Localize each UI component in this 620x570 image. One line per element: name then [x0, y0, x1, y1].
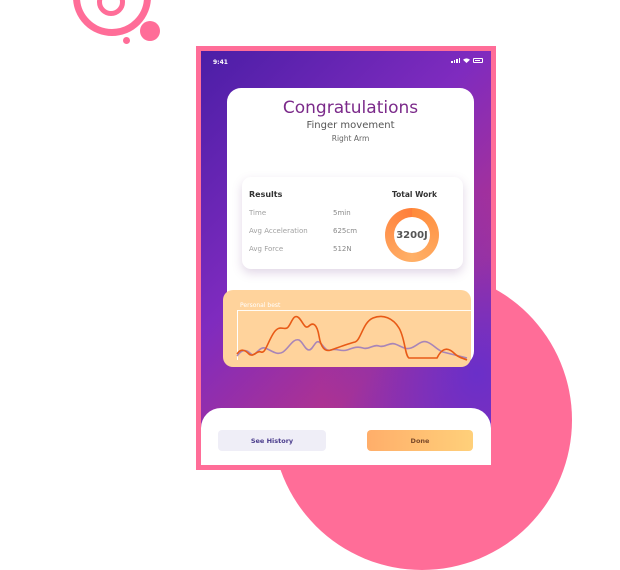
metric-label-acceleration: Avg Acceleration — [249, 227, 308, 235]
decorative-dot-small — [123, 37, 130, 44]
total-work-value: 3200J — [394, 217, 430, 253]
wifi-icon — [463, 58, 470, 63]
status-time: 9:41 — [213, 59, 228, 66]
results-card: Results Time 5min Avg Acceleration 625cm… — [242, 177, 463, 269]
chart-lines — [236, 315, 468, 361]
results-title: Results — [249, 190, 283, 199]
congrats-title: Congratulations — [282, 98, 419, 118]
total-work-title: Total Work — [392, 190, 437, 199]
limb-label: Right Arm — [331, 134, 370, 143]
exercise-name: Finger movement — [306, 120, 395, 131]
battery-icon — [473, 58, 483, 63]
app-screen: 9:41 Congratulations Finger movement Rig… — [201, 51, 491, 465]
status-icons — [451, 58, 483, 63]
orange-series-line — [236, 315, 468, 361]
metric-value-acceleration: 625cm — [333, 227, 358, 235]
metric-value-time: 5min — [333, 209, 351, 217]
personal-best-chart: Personal best — [223, 290, 471, 367]
bottom-action-sheet: See History Done — [201, 408, 491, 465]
signal-icon — [451, 58, 460, 63]
metric-label-force: Avg Force — [249, 245, 284, 253]
metric-label-time: Time — [249, 209, 267, 217]
metric-value-force: 512N — [333, 245, 352, 253]
status-bar: 9:41 — [201, 51, 491, 73]
decorative-dot — [140, 21, 160, 41]
done-button[interactable]: Done — [367, 430, 473, 451]
see-history-button[interactable]: See History — [218, 430, 326, 451]
tablet-frame: 9:41 Congratulations Finger movement Rig… — [196, 46, 496, 470]
total-work-ring: 3200J — [385, 208, 439, 262]
